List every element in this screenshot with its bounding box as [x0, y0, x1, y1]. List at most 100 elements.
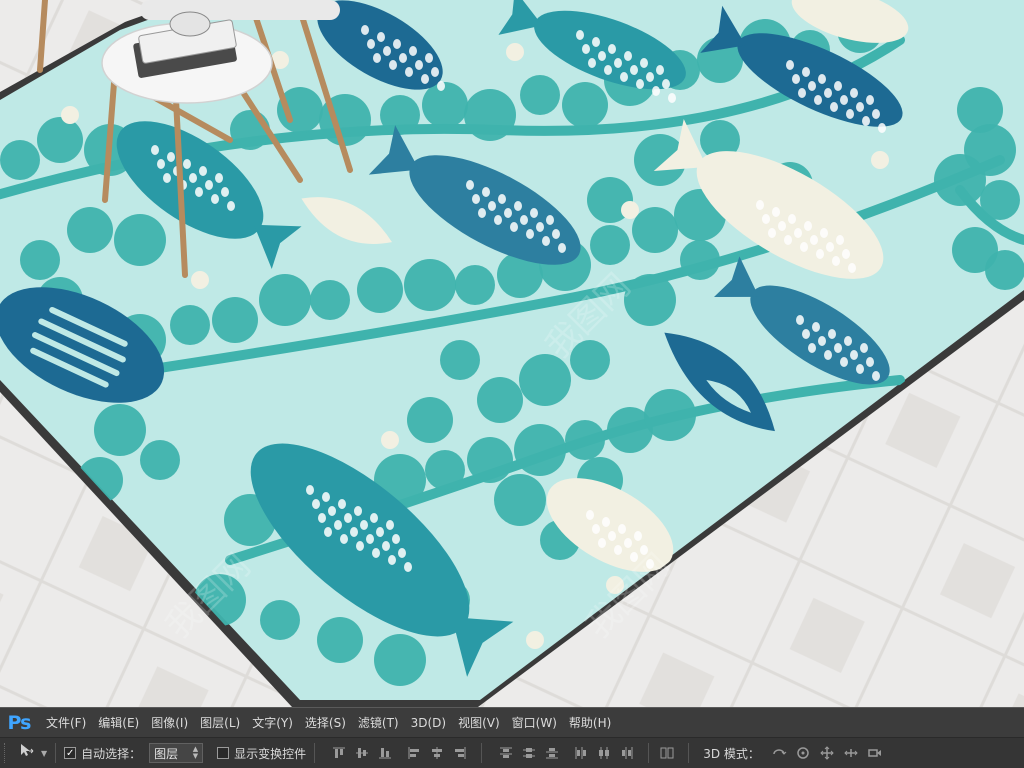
menu-layer[interactable]: 图层(L)	[200, 714, 240, 731]
align-right-edges-icon[interactable]	[450, 743, 470, 763]
fish-spot	[842, 249, 850, 259]
fish-spot	[824, 88, 832, 98]
distribute-vcenter-icon[interactable]	[519, 743, 539, 763]
divider	[648, 743, 650, 763]
fish-spot	[431, 67, 439, 77]
fish-spot	[472, 194, 480, 204]
menu-file[interactable]: 文件(F)	[46, 714, 86, 731]
menu-window[interactable]: 窗口(W)	[512, 714, 557, 731]
fish-spot	[576, 30, 584, 40]
3d-slide-icon[interactable]	[840, 743, 862, 763]
fish-spot	[786, 60, 794, 70]
leaf	[407, 397, 453, 443]
fish-spot	[840, 95, 848, 105]
fish-spot	[322, 492, 330, 502]
fish-spot	[756, 200, 764, 210]
leaf	[357, 267, 403, 313]
3d-pan-icon[interactable]	[816, 743, 838, 763]
menu-filter[interactable]: 滤镜(T)	[358, 714, 399, 731]
distribute-right-icon[interactable]	[617, 743, 637, 763]
leaf	[514, 424, 566, 476]
align-vertical-centers-icon[interactable]	[352, 743, 372, 763]
distribute-top-icon[interactable]	[496, 743, 516, 763]
auto-select-target-dropdown[interactable]: 图层 ▲ ▼	[149, 743, 204, 763]
fish-spot	[221, 187, 229, 197]
3d-rotate-icon[interactable]	[768, 743, 790, 763]
tool-preset-picker[interactable]: ▼	[19, 743, 47, 763]
menu-3d[interactable]: 3D(D)	[411, 716, 446, 730]
leaf	[934, 154, 986, 206]
fish-spot	[856, 102, 864, 112]
show-transform-option[interactable]: 显示变换控件	[217, 745, 306, 762]
fish-spot	[592, 524, 600, 534]
menu-view[interactable]: 视图(V)	[458, 714, 500, 731]
fish-spot	[354, 506, 362, 516]
fish-spot	[405, 67, 413, 77]
fish-spot	[872, 371, 880, 381]
distribute-bottom-icon[interactable]	[542, 743, 562, 763]
fish-spot	[183, 159, 191, 169]
fish-spot	[832, 256, 840, 266]
fish-spot	[820, 228, 828, 238]
leaf	[404, 259, 456, 311]
menu-image[interactable]: 图像(I)	[151, 714, 188, 731]
fish-spot	[652, 86, 660, 96]
leaf	[37, 117, 83, 163]
fish-spot	[383, 46, 391, 56]
polka-dot	[621, 201, 639, 219]
fish-spot	[818, 336, 826, 346]
menu-edit[interactable]: 编辑(E)	[98, 714, 139, 731]
menu-type[interactable]: 文字(Y)	[252, 714, 293, 731]
fish-spot	[788, 214, 796, 224]
fish-spot	[846, 109, 854, 119]
align-horizontal-centers-icon[interactable]	[427, 743, 447, 763]
fish-spot	[478, 208, 486, 218]
distribute-hcenter-icon[interactable]	[594, 743, 614, 763]
auto-select-checkbox[interactable]: ✓	[64, 747, 77, 759]
fish-spot	[372, 548, 380, 558]
leaf	[0, 140, 40, 180]
leaf	[140, 440, 180, 480]
distribute-left-icon[interactable]	[571, 743, 591, 763]
align-buttons	[329, 743, 473, 763]
fish-spot	[592, 37, 600, 47]
fish-spot	[306, 485, 314, 495]
fish-spot	[542, 236, 550, 246]
menu-select[interactable]: 选择(S)	[305, 714, 346, 731]
fish-spot	[526, 229, 534, 239]
auto-select-option[interactable]: ✓ 自动选择：	[64, 745, 141, 762]
3d-scale-icon[interactable]	[864, 743, 886, 763]
fish-spot	[421, 74, 429, 84]
fish-spot	[338, 499, 346, 509]
align-left-edges-icon[interactable]	[404, 743, 424, 763]
fish-spot	[552, 229, 560, 239]
show-transform-checkbox[interactable]	[217, 747, 230, 759]
align-bottom-edges-icon[interactable]	[375, 743, 395, 763]
fish-spot	[373, 53, 381, 63]
fish-spot	[393, 39, 401, 49]
menu-help[interactable]: 帮助(H)	[569, 714, 611, 731]
fish-spot	[850, 88, 858, 98]
leaf	[67, 207, 113, 253]
polka-dot	[526, 631, 544, 649]
options-bar-grip[interactable]	[4, 743, 9, 763]
fish-spot	[878, 123, 886, 133]
fish-spot	[808, 81, 816, 91]
fish-spot	[830, 102, 838, 112]
fish-spot	[588, 58, 596, 68]
leaf	[477, 377, 523, 423]
fish-spot	[494, 215, 502, 225]
fish-spot	[466, 180, 474, 190]
auto-align-layers-icon[interactable]	[657, 743, 677, 763]
fish-spot	[802, 67, 810, 77]
polka-dot	[61, 106, 79, 124]
3d-roll-icon[interactable]	[792, 743, 814, 763]
fish-spot	[344, 513, 352, 523]
divider	[481, 743, 483, 763]
leaf	[644, 389, 696, 441]
fish-spot	[856, 364, 864, 374]
leaf	[590, 225, 630, 265]
fish-spot	[862, 116, 870, 126]
document-canvas[interactable]: 我图网 我图网 我图网	[0, 0, 1024, 707]
align-top-edges-icon[interactable]	[329, 743, 349, 763]
